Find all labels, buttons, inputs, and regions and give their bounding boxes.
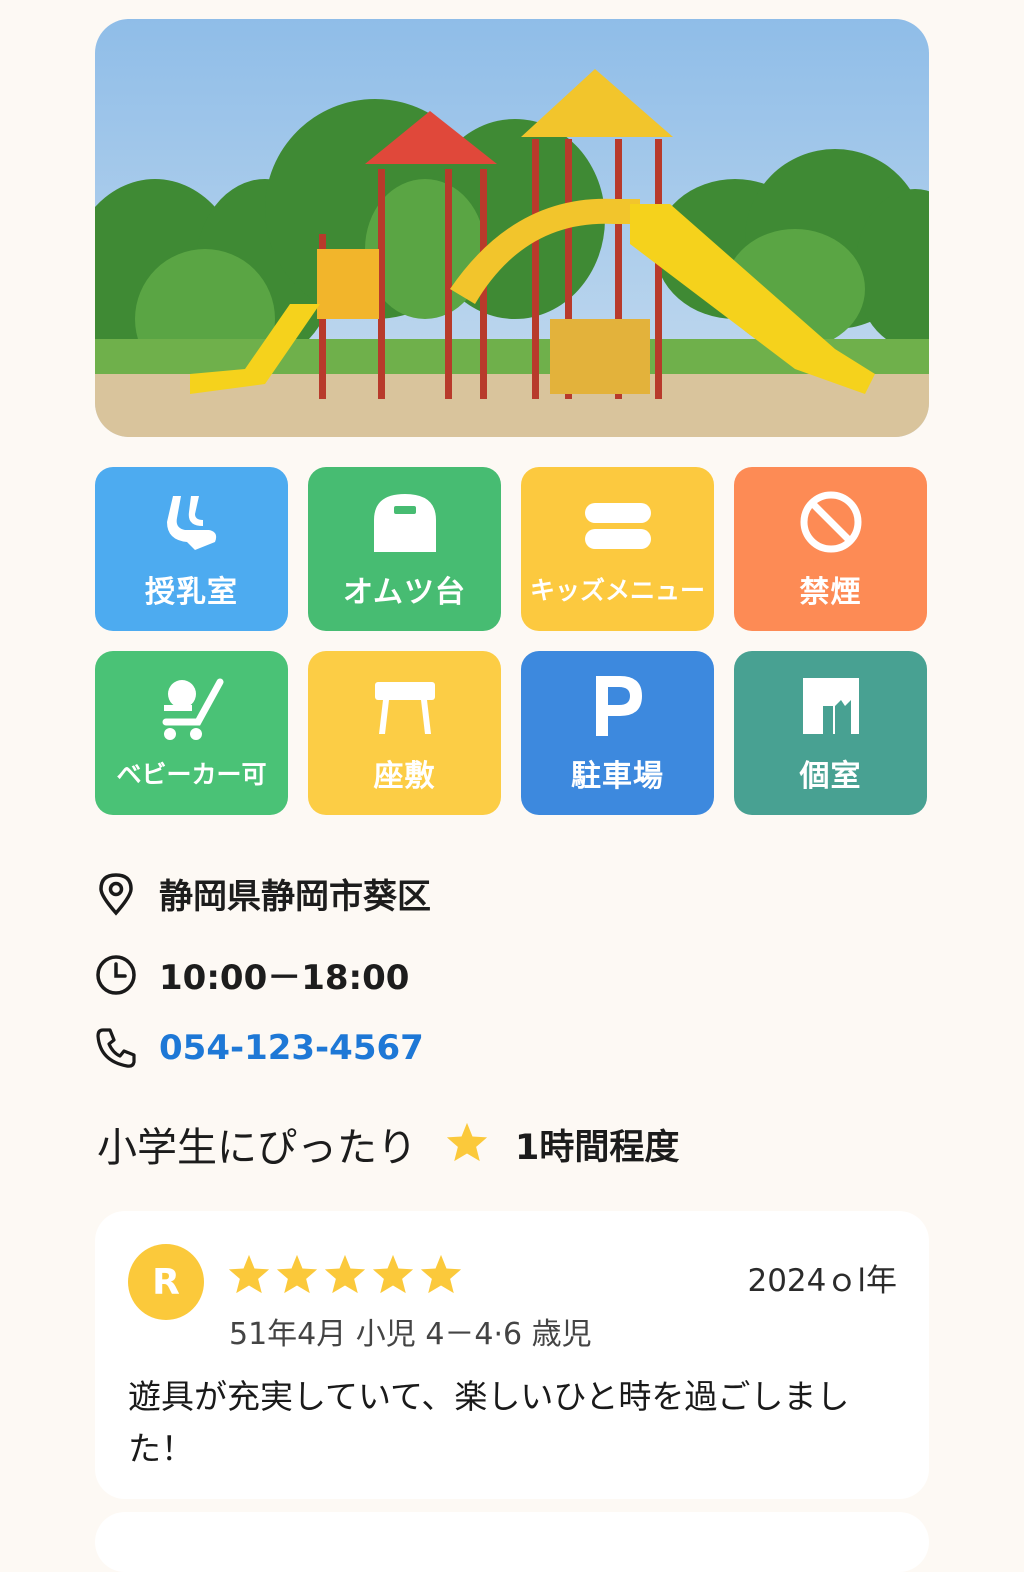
amenity-label: 授乳室 — [145, 575, 238, 610]
amenity-label: 禁煙 — [799, 575, 862, 610]
amenity-label: 駐車場 — [571, 759, 664, 794]
address-row: 静岡県静岡市葵区 — [95, 869, 929, 918]
amenity-kids-menu[interactable]: キッズメニュー — [521, 467, 714, 631]
amenity-label: ベビーカー可 — [116, 760, 267, 789]
hours-text: 10:00－18:00 — [159, 958, 410, 998]
amenity-tatami-seat[interactable]: 座敷 — [308, 651, 501, 815]
hours-row: 10:00－18:00 — [95, 950, 929, 999]
review-text: 遊具が充実していて、楽しいひと時を過ごしました！ — [128, 1377, 850, 1468]
amenity-no-smoking[interactable]: 禁煙 — [734, 467, 927, 631]
kids-menu-icon — [583, 491, 653, 561]
tagline-row: 小学生にぴったり 1時間程度 — [97, 1115, 679, 1173]
rating-star-icon — [228, 1254, 270, 1294]
amenity-grid: 授乳室 オムツ台 キッズメニュー 禁煙 ベビーカー可 座敷 駐車場 個室 — [95, 467, 929, 815]
parking-icon — [583, 671, 653, 741]
hero-image — [95, 19, 929, 437]
phone-icon — [95, 1027, 137, 1069]
nursing-room-icon — [157, 487, 227, 557]
tatami-seat-icon — [370, 671, 440, 741]
amenity-stroller[interactable]: ベビーカー可 — [95, 651, 288, 815]
amenity-private-room[interactable]: 個室 — [734, 651, 927, 815]
avatar: R — [128, 1244, 204, 1320]
star-icon — [445, 1121, 489, 1167]
phone-row[interactable]: 054-123-4567 — [95, 1027, 929, 1069]
clock-icon — [95, 954, 137, 996]
amenity-label: オムツ台 — [342, 575, 467, 610]
amenity-label: キッズメニュー — [529, 576, 705, 605]
address-text: 静岡県静岡市葵区 — [159, 877, 431, 917]
amenity-nursing-room[interactable]: 授乳室 — [95, 467, 288, 631]
no-smoking-icon — [796, 487, 866, 557]
rating-star-icon — [324, 1254, 366, 1294]
review-date: 2024ｏl年 — [747, 1263, 897, 1299]
amenity-label: 座敷 — [373, 759, 436, 794]
rating-star-icon — [372, 1254, 414, 1294]
review-card: R 2024ｏl年 51年4月 小児 4－4·6 歳児 遊具が充実していて、楽し… — [95, 1211, 929, 1499]
rating-stars — [227, 1253, 463, 1295]
rating-star-icon — [420, 1254, 462, 1294]
review-card — [95, 1512, 929, 1572]
rating-star-icon — [276, 1254, 318, 1294]
amenity-parking[interactable]: 駐車場 — [521, 651, 714, 815]
amenity-diaper-table[interactable]: オムツ台 — [308, 467, 501, 631]
duration-text: 1時間程度 — [515, 1127, 680, 1168]
review-meta: 51年4月 小児 4－4·6 歳児 — [229, 1317, 592, 1352]
phone-link[interactable]: 054-123-4567 — [159, 1028, 424, 1068]
amenity-label: 個室 — [799, 759, 862, 794]
map-pin-icon — [95, 872, 137, 916]
stroller-icon — [157, 675, 227, 745]
audience-text: 小学生にぴったり — [97, 1125, 417, 1171]
private-room-icon — [796, 671, 866, 741]
diaper-table-icon — [370, 487, 440, 557]
